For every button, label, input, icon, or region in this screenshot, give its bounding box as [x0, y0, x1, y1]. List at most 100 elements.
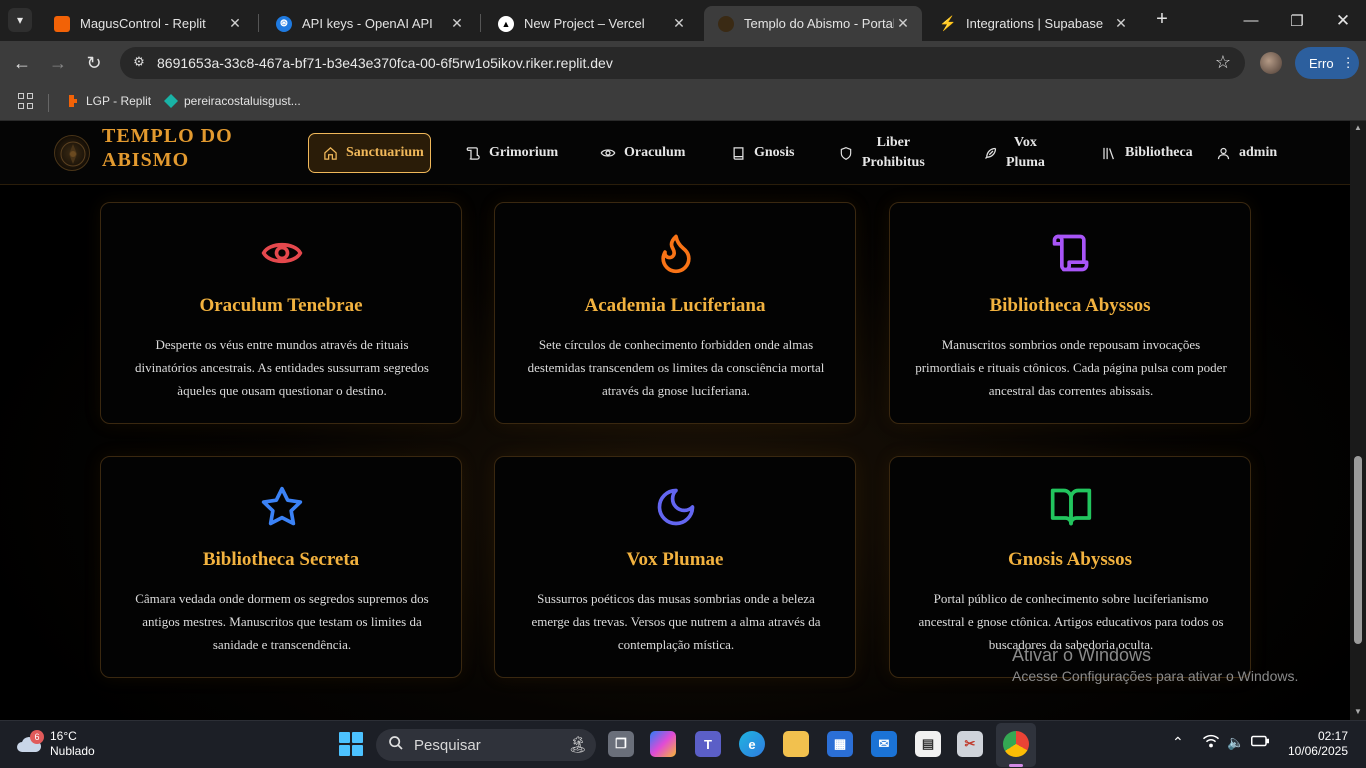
card-title: Oraculum Tenebrae — [199, 295, 363, 316]
close-tab-icon[interactable]: ✕ — [448, 15, 466, 32]
scroll-icon — [465, 145, 481, 161]
mail-icon[interactable]: ✉ — [871, 731, 897, 757]
tab-openai[interactable]: ⊛ API keys - OpenAI API ✕ — [262, 6, 476, 41]
scroll-up-icon[interactable]: ▲ — [1353, 123, 1363, 132]
search-placeholder: Pesquisar — [414, 736, 481, 754]
close-tab-icon[interactable]: ✕ — [670, 15, 688, 32]
active-indicator — [1009, 764, 1023, 767]
restore-icon[interactable]: ❐ — [1274, 0, 1320, 41]
address-bar[interactable]: ⚙ 8691653a-33c8-467a-bf71-b3e43e370fca-0… — [120, 47, 1245, 79]
weather-widget[interactable]: 6 16°C Nublado — [16, 729, 95, 759]
snipping-tool-icon[interactable]: ✂ — [957, 731, 983, 757]
copilot-icon[interactable] — [650, 731, 676, 757]
user-icon — [1215, 145, 1231, 161]
bookmark-star-icon[interactable]: ☆ — [1215, 52, 1231, 73]
scroll-down-icon[interactable]: ▼ — [1353, 707, 1363, 716]
tab-title: Templo do Abismo - Portal d — [744, 16, 894, 31]
profile-avatar[interactable] — [1260, 52, 1282, 74]
nav-label-line-1: Vox — [1014, 135, 1037, 150]
bookmark-pereiracosta[interactable]: pereiracostaluisgust... — [164, 94, 301, 108]
nav-liber-prohibitus[interactable]: Liber Prohibitus — [838, 133, 925, 173]
openai-favicon-icon: ⊛ — [276, 15, 292, 32]
file-explorer-icon[interactable] — [783, 731, 809, 757]
templo-favicon-icon — [718, 15, 734, 32]
card-bibliotheca-abyssos[interactable]: Bibliotheca Abyssos Manuscritos sombrios… — [889, 202, 1251, 424]
bookmark-separator — [48, 94, 49, 112]
supabase-favicon-icon: ⚡ — [939, 15, 957, 31]
tab-separator — [480, 14, 481, 32]
nav-admin[interactable]: admin — [1215, 133, 1277, 173]
error-button[interactable]: Erro ⋮ — [1295, 47, 1359, 79]
nav-label: Grimorium — [489, 145, 559, 160]
bookmark-label: LGP - Replit — [86, 94, 152, 108]
diamond-bookmark-icon — [164, 94, 178, 108]
card-description: Sussurros poéticos das musas sombrias on… — [531, 591, 821, 652]
nav-label-line-1: Liber — [876, 135, 911, 150]
teams-icon[interactable]: T — [695, 731, 721, 757]
taskbar-search[interactable]: Pesquisar 🏝 — [376, 729, 596, 761]
nav-label-line-2: Pluma — [1006, 155, 1045, 170]
notepad-icon[interactable]: ▤ — [915, 731, 941, 757]
error-button-label: Erro — [1309, 55, 1334, 71]
new-tab-icon[interactable]: + — [1150, 8, 1174, 32]
forward-icon[interactable]: → — [44, 49, 72, 77]
eye-icon — [261, 242, 303, 264]
tab-separator — [258, 14, 259, 32]
book-icon — [730, 145, 746, 161]
minimize-icon[interactable]: — — [1228, 0, 1274, 41]
bookmark-label: pereiracostaluisgust... — [184, 94, 301, 108]
kebab-menu-icon: ⋮ — [1341, 55, 1355, 70]
nav-sanctuarium[interactable]: Sanctuarium — [308, 133, 431, 173]
nav-oraculum[interactable]: Oraculum — [600, 133, 685, 173]
home-icon — [323, 145, 338, 161]
back-icon[interactable]: ← — [8, 49, 36, 77]
nav-gnosis[interactable]: Gnosis — [730, 133, 794, 173]
tab-magus-control[interactable]: MagusControl - Replit ✕ — [40, 6, 254, 41]
close-tab-icon[interactable]: ✕ — [894, 15, 912, 32]
task-view-icon[interactable]: ❐ — [608, 731, 634, 757]
tab-vercel[interactable]: ▲ New Project – Vercel ✕ — [484, 6, 698, 41]
tab-templo-do-abismo[interactable]: Templo do Abismo - Portal d ✕ — [704, 6, 922, 41]
system-clock[interactable]: 02:17 10/06/2025 — [1280, 729, 1348, 759]
battery-icon[interactable] — [1251, 734, 1269, 750]
shield-icon — [838, 145, 854, 161]
site-info-icon[interactable]: ⚙ — [130, 54, 148, 72]
clock-time: 02:17 — [1317, 729, 1348, 743]
close-tab-icon[interactable]: ✕ — [226, 15, 244, 32]
scrollbar-thumb[interactable] — [1354, 456, 1362, 644]
bookmark-lgp-replit[interactable]: LGP - Replit — [66, 94, 151, 108]
nav-vox-pluma[interactable]: Vox Pluma — [982, 133, 1045, 173]
tab-title: Integrations | Supabase — [966, 16, 1104, 31]
reload-icon[interactable]: ↻ — [80, 49, 108, 77]
logo-emblem-icon[interactable] — [54, 135, 90, 171]
nav-label: admin — [1239, 145, 1278, 160]
site-logo[interactable]: TEMPLO DO ABISMO — [102, 124, 233, 172]
close-tab-icon[interactable]: ✕ — [1112, 15, 1130, 32]
tab-supabase[interactable]: ⚡ Integrations | Supabase ✕ — [926, 6, 1140, 41]
search-icon — [388, 735, 404, 755]
nav-grimorium[interactable]: Grimorium — [465, 133, 558, 173]
card-oraculum-tenebrae[interactable]: Oraculum Tenebrae Desperte os véus entre… — [100, 202, 462, 424]
edge-icon[interactable]: e — [739, 731, 765, 757]
tab-title: API keys - OpenAI API — [302, 16, 433, 31]
card-academia-luciferiana[interactable]: Academia Luciferiana Sete círculos de co… — [494, 202, 856, 424]
wifi-icon[interactable] — [1202, 734, 1220, 751]
page-scrollbar[interactable]: ▲ ▼ — [1350, 121, 1366, 720]
watermark-title: Ativar o Windows — [1012, 645, 1152, 665]
volume-icon[interactable]: 🔈 — [1227, 734, 1244, 751]
chrome-icon[interactable] — [1003, 731, 1029, 757]
tab-search-chevron-icon[interactable]: ▾ — [8, 8, 32, 32]
apps-grid-icon[interactable] — [18, 93, 34, 109]
microsoft-store-icon[interactable]: ▦ — [827, 731, 853, 757]
close-window-icon[interactable]: ✕ — [1320, 0, 1366, 41]
library-icon — [1101, 145, 1117, 161]
nav-bibliotheca[interactable]: Bibliotheca — [1101, 133, 1193, 173]
url-text[interactable]: 8691653a-33c8-467a-bf71-b3e43e370fca-00-… — [157, 55, 613, 71]
card-bibliotheca-secreta[interactable]: Bibliotheca Secreta Câmara vedada onde d… — [100, 456, 462, 678]
card-vox-plumae[interactable]: Vox Plumae Sussurros poéticos das musas … — [494, 456, 856, 678]
chevron-up-icon[interactable]: ⌃ — [1172, 734, 1184, 751]
cloud-icon: 6 — [16, 730, 44, 754]
replit-favicon-icon — [54, 15, 70, 32]
windows-start-icon[interactable] — [339, 732, 363, 756]
tab-title: MagusControl - Replit — [80, 16, 206, 31]
